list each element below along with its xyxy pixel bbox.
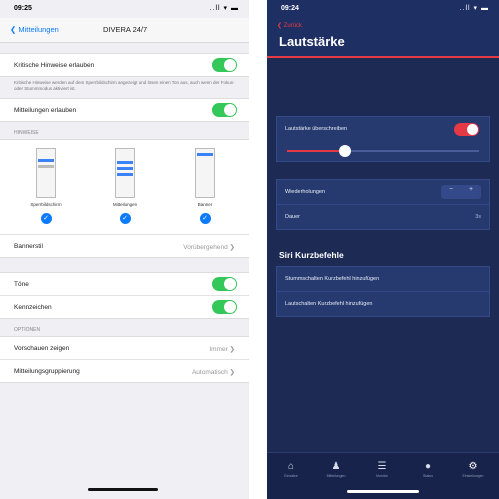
tab-missions[interactable]: ⌂ Einsätze [271, 461, 311, 478]
checkmark-icon: ✓ [40, 213, 52, 224]
volume-override-row: Lautstärke überschreiben [277, 117, 489, 141]
alert-choice-label: Sperrbildschirm [30, 202, 62, 207]
tab-label: Einsätze [284, 474, 298, 478]
show-previews-value: Immer ❯ [209, 346, 235, 353]
gear-icon: ⚙ [468, 461, 478, 472]
status-bar: 09:25 ..ll ▾ ▬ [0, 0, 249, 18]
critical-alerts-label: Kritische Hinweise erlauben [14, 62, 95, 69]
repeat-card: Wiederholungen − + Dauer 3s [276, 179, 490, 230]
tab-label: Status [423, 474, 433, 478]
slider-knob[interactable] [338, 145, 351, 157]
options-group: Vorschauen zeigen Immer ❯ Mitteilungsgru… [0, 336, 249, 383]
tab-label: Einstellungen [462, 474, 484, 478]
status-bar: 09:24 ..ll ▾ ▬ [267, 0, 499, 18]
volume-slider[interactable] [277, 141, 489, 161]
tab-notifications[interactable]: ♟ Mitteilungen [316, 461, 356, 478]
show-previews-row[interactable]: Vorschauen zeigen Immer ❯ [0, 337, 249, 359]
add-unmute-shortcut-label: Lautschalten Kurzbefehl hinzufügen [285, 301, 373, 307]
allow-notifications-toggle[interactable] [212, 103, 237, 117]
stepper-minus-button[interactable]: − [441, 186, 461, 193]
tab-bar: ⌂ Einsätze ♟ Mitteilungen ☰ Monitor ● St… [267, 452, 499, 499]
monitor-icon: ☰ [377, 461, 387, 472]
banner-style-label: Bannerstil [14, 243, 43, 250]
repeat-row: Wiederholungen − + [277, 180, 489, 204]
person-icon: ♟ [331, 461, 341, 472]
tab-label: Mitteilungen [326, 474, 346, 478]
navigation-header: 09:24 ..ll ▾ ▬ ❮ Zurück Lautstärke [267, 0, 499, 58]
tab-status[interactable]: ● Status [408, 461, 448, 478]
checkmark-icon: ✓ [199, 213, 211, 224]
add-unmute-shortcut-row[interactable]: Lautschalten Kurzbefehl hinzufügen [277, 291, 489, 316]
lockscreen-preview-icon [36, 148, 56, 198]
critical-alerts-group: Kritische Hinweise erlauben [0, 53, 249, 77]
ios-settings-screen: 09:25 ..ll ▾ ▬ ❮ Mitteilungen DIVERA 24/… [0, 0, 249, 499]
duration-value: 3s [475, 214, 481, 220]
repeat-label: Wiederholungen [285, 189, 326, 195]
signal-wifi-battery-icon: ..ll ▾ ▬ [209, 5, 239, 12]
banner-style-value: Vorübergehend ❯ [183, 244, 235, 251]
badges-toggle[interactable] [212, 300, 237, 314]
notification-grouping-value: Automatisch ❯ [191, 369, 235, 376]
duration-row[interactable]: Dauer 3s [277, 204, 489, 229]
sounds-badges-group: Töne Kennzeichen [0, 272, 249, 319]
allow-notifications-row: Mitteilungen erlauben [0, 99, 249, 121]
sounds-row: Töne [0, 273, 249, 295]
critical-alerts-row: Kritische Hinweise erlauben [0, 54, 249, 76]
banner-style-row[interactable]: Bannerstil Vorübergehend ❯ [0, 234, 249, 257]
alert-style-choices: Sperrbildschirm ✓ Mitteilungen ✓ Banner … [0, 140, 249, 234]
add-mute-shortcut-label: Stummschalten Kurzbefehl hinzufügen [285, 276, 380, 282]
tab-label: Monitor [376, 474, 388, 478]
home-icon: ⌂ [287, 461, 295, 472]
critical-alerts-description: Kritische Hinweise werden auf dem Sperrb… [14, 80, 235, 91]
critical-alerts-toggle[interactable] [212, 58, 237, 72]
sounds-label: Töne [14, 281, 29, 288]
notification-center-preview-icon [115, 148, 135, 198]
siri-shortcuts-card: Stummschalten Kurzbefehl hinzufügen Laut… [276, 266, 490, 317]
siri-shortcuts-header: Siri Kurzbefehle [279, 250, 344, 260]
badges-row: Kennzeichen [0, 295, 249, 318]
alert-choice-notification-center[interactable]: Mitteilungen ✓ [95, 148, 155, 224]
allow-notifications-group: Mitteilungen erlauben [0, 98, 249, 122]
checkmark-icon: ✓ [119, 213, 131, 224]
show-previews-label: Vorschauen zeigen [14, 345, 70, 352]
allow-notifications-label: Mitteilungen erlauben [14, 107, 77, 114]
alert-choice-banner[interactable]: Banner ✓ [175, 148, 235, 224]
status-time: 09:24 [281, 5, 299, 12]
status-icon: ● [424, 461, 432, 472]
alerts-group: Sperrbildschirm ✓ Mitteilungen ✓ Banner … [0, 139, 249, 258]
page-title: Lautstärke [279, 34, 345, 49]
slider-fill [287, 150, 345, 152]
alert-choice-label: Banner [197, 202, 213, 207]
options-section-header: OPTIONEN [14, 327, 41, 333]
back-button[interactable]: ❮ Mitteilungen [10, 25, 59, 34]
home-indicator[interactable] [347, 490, 419, 493]
add-mute-shortcut-row[interactable]: Stummschalten Kurzbefehl hinzufügen [277, 267, 489, 291]
notification-grouping-label: Mitteilungsgruppierung [14, 368, 80, 375]
back-button[interactable]: ❮ Zurück [277, 22, 302, 29]
volume-override-toggle[interactable] [454, 123, 479, 136]
alert-choice-lockscreen[interactable]: Sperrbildschirm ✓ [16, 148, 76, 224]
volume-override-card: Lautstärke überschreiben [276, 116, 490, 162]
tab-settings[interactable]: ⚙ Einstellungen [453, 461, 493, 478]
repeat-stepper[interactable]: − + [441, 185, 481, 199]
home-indicator[interactable] [88, 488, 158, 491]
signal-wifi-battery-icon: ..ll ▾ ▬ [459, 5, 489, 12]
navigation-bar: ❮ Mitteilungen DIVERA 24/7 [0, 18, 249, 43]
stepper-plus-button[interactable]: + [461, 186, 481, 193]
banner-preview-icon [195, 148, 215, 198]
tab-monitor[interactable]: ☰ Monitor [362, 461, 402, 478]
page-title: DIVERA 24/7 [103, 25, 148, 34]
notification-grouping-row[interactable]: Mitteilungsgruppierung Automatisch ❯ [0, 359, 249, 382]
volume-override-label: Lautstärke überschreiben [285, 126, 348, 132]
alert-choice-label: Mitteilungen [112, 202, 138, 207]
badges-label: Kennzeichen [14, 304, 52, 311]
sounds-toggle[interactable] [212, 277, 237, 291]
app-volume-screen: 09:24 ..ll ▾ ▬ ❮ Zurück Lautstärke Lauts… [267, 0, 499, 499]
duration-label: Dauer [285, 214, 300, 220]
alerts-section-header: HINWEISE [14, 130, 39, 136]
status-time: 09:25 [14, 5, 32, 12]
